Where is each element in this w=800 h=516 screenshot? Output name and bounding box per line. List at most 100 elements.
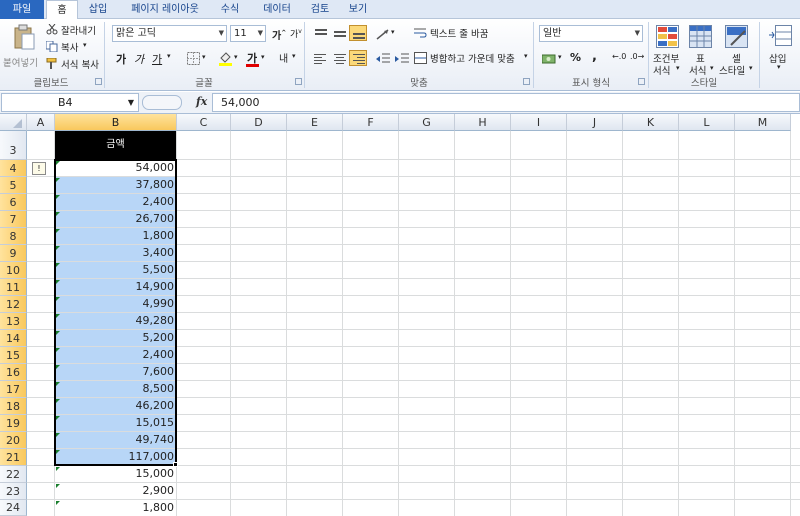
row-header-22[interactable]: 22 — [0, 466, 27, 483]
merge-dropdown-arrow-icon[interactable]: ▾ — [524, 52, 528, 60]
formula-input[interactable]: 54,000 — [212, 93, 800, 112]
row-header-5[interactable]: 5 — [0, 177, 27, 194]
copy-dropdown-arrow-icon[interactable]: ▾ — [83, 41, 87, 49]
merge-center-button[interactable]: 병합하고 가운데 맞춤 — [430, 51, 515, 65]
amount-cell[interactable]: 2,400 — [55, 347, 176, 363]
wrap-text-button[interactable]: 텍스트 줄 바꿈 — [430, 26, 488, 40]
row-header-20[interactable]: 20 — [0, 432, 27, 449]
amount-cell[interactable]: 15,015 — [55, 415, 176, 431]
amount-cell[interactable]: 49,740 — [55, 432, 176, 448]
column-header-k[interactable]: K — [623, 114, 679, 131]
row-header-24[interactable]: 24 — [0, 500, 27, 516]
comma-button[interactable]: , — [592, 49, 597, 64]
clipboard-launcher-icon[interactable] — [95, 78, 102, 85]
fill-color-button[interactable]: ▾ — [218, 50, 242, 66]
paste-button[interactable]: 붙여넣기 — [3, 21, 43, 71]
row-header-8[interactable]: 8 — [0, 228, 27, 245]
column-header-h[interactable]: H — [455, 114, 511, 131]
row-header-11[interactable]: 11 — [0, 279, 27, 296]
tab-formulas[interactable]: 수식 — [212, 0, 248, 19]
number-format-select[interactable]: 일반 ▼ — [539, 25, 643, 42]
align-top-button[interactable] — [311, 25, 329, 41]
align-left-button[interactable] — [311, 50, 329, 66]
increase-indent-button[interactable] — [392, 50, 410, 66]
header-cell-amount[interactable]: 금액 — [55, 131, 176, 159]
align-right-button[interactable] — [349, 50, 367, 66]
amount-cell[interactable]: 26,700 — [55, 211, 176, 227]
align-middle-button[interactable] — [330, 25, 348, 41]
row-header-3[interactable]: 3 — [0, 131, 27, 160]
amount-cell[interactable]: 15,000 — [55, 466, 176, 482]
column-header-g[interactable]: G — [399, 114, 455, 131]
decrease-indent-button[interactable] — [373, 50, 391, 66]
tab-page-layout[interactable]: 페이지 레이아웃 — [120, 0, 210, 19]
italic-button[interactable]: 가 — [134, 51, 144, 67]
amount-cell[interactable]: 4,990 — [55, 296, 176, 312]
insert-cells-button[interactable]: 삽입 ▾ — [762, 21, 798, 75]
amount-cell[interactable]: 3,400 — [55, 245, 176, 261]
column-header-i[interactable]: I — [511, 114, 567, 131]
amount-cell[interactable]: 5,500 — [55, 262, 176, 278]
amount-cell[interactable]: 5,200 — [55, 330, 176, 346]
amount-cell[interactable]: 2,400 — [55, 194, 176, 210]
border-button[interactable]: ▾ — [186, 50, 210, 66]
font-name-select[interactable]: 맑은 고딕 ▼ — [112, 25, 227, 42]
underline-dropdown-arrow-icon[interactable]: ▾ — [167, 52, 171, 60]
align-center-button[interactable] — [330, 50, 348, 66]
select-all-corner[interactable] — [0, 114, 27, 131]
row-header-14[interactable]: 14 — [0, 330, 27, 347]
cut-button[interactable]: 잘라내기 — [61, 23, 96, 37]
underline-button[interactable]: 가 — [152, 51, 162, 67]
cell-styles-button[interactable]: 셀 스타일 ▾ — [717, 21, 755, 77]
row-header-16[interactable]: 16 — [0, 364, 27, 381]
tab-home[interactable]: 홈 — [46, 0, 78, 20]
bold-button[interactable]: 가 — [116, 51, 126, 67]
row-header-15[interactable]: 15 — [0, 347, 27, 364]
amount-cell[interactable]: 1,800 — [55, 500, 176, 515]
column-header-f[interactable]: F — [343, 114, 399, 131]
row-header-19[interactable]: 19 — [0, 415, 27, 432]
tab-data[interactable]: 데이터 — [254, 0, 300, 19]
orientation-button[interactable]: ▾ — [373, 25, 397, 41]
error-warning-icon[interactable]: ! — [32, 162, 46, 175]
grow-font-button[interactable]: 가^ — [272, 27, 286, 42]
increase-decimal-icon[interactable]: ←.0 — [612, 52, 626, 61]
amount-cell[interactable]: 1,800 — [55, 228, 176, 244]
row-header-23[interactable]: 23 — [0, 483, 27, 500]
column-header-j[interactable]: J — [567, 114, 623, 131]
phonetic-guide-button[interactable]: 내 — [279, 50, 288, 65]
tab-view[interactable]: 보기 — [342, 0, 374, 19]
column-header-l[interactable]: L — [679, 114, 735, 131]
font-launcher-icon[interactable] — [295, 78, 302, 85]
tab-review[interactable]: 검토 — [304, 0, 336, 19]
conditional-format-button[interactable]: 조건부 서식 ▾ — [651, 21, 683, 77]
column-header-e[interactable]: E — [287, 114, 343, 131]
format-as-table-button[interactable]: 표 서식 ▾ — [684, 21, 716, 77]
percent-button[interactable]: % — [570, 51, 581, 64]
font-size-select[interactable]: 11 ▼ — [230, 25, 266, 42]
row-header-13[interactable]: 13 — [0, 313, 27, 330]
amount-cell[interactable]: 14,900 — [55, 279, 176, 295]
active-cell[interactable]: 54,000 — [55, 160, 176, 176]
column-header-b[interactable]: B — [55, 114, 177, 131]
column-header-c[interactable]: C — [177, 114, 231, 131]
format-painter-button[interactable]: 서식 복사 — [61, 57, 99, 71]
tab-file[interactable]: 파일 — [0, 0, 44, 19]
formula-bar-expand-handle[interactable] — [142, 95, 182, 110]
fill-handle[interactable] — [173, 462, 178, 467]
copy-button[interactable]: 복사 — [61, 40, 78, 54]
shrink-font-button[interactable]: 가v — [290, 27, 302, 40]
row-header-4[interactable]: 4 — [0, 160, 27, 177]
amount-cell[interactable]: 7,600 — [55, 364, 176, 380]
row-header-18[interactable]: 18 — [0, 398, 27, 415]
column-header-a[interactable]: A — [27, 114, 55, 131]
row-header-12[interactable]: 12 — [0, 296, 27, 313]
currency-button[interactable]: ▾ — [540, 50, 564, 66]
number-launcher-icon[interactable] — [638, 78, 645, 85]
row-header-17[interactable]: 17 — [0, 381, 27, 398]
tab-insert[interactable]: 삽입 — [82, 0, 114, 19]
column-header-d[interactable]: D — [231, 114, 287, 131]
row-header-10[interactable]: 10 — [0, 262, 27, 279]
row-header-7[interactable]: 7 — [0, 211, 27, 228]
row-header-9[interactable]: 9 — [0, 245, 27, 262]
